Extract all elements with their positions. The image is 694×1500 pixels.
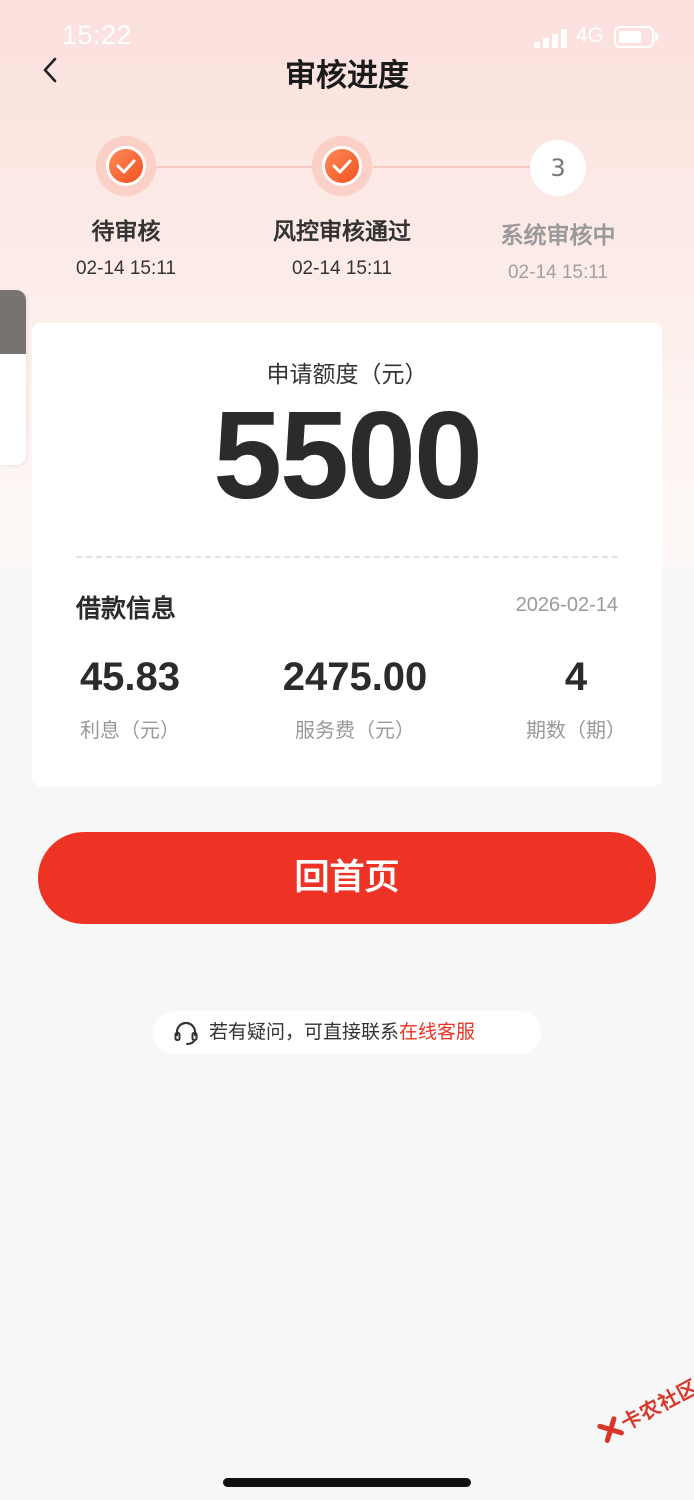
progress-step: 3 系统审核中 02-14 15:11 — [438, 136, 678, 284]
network-type: 4G — [576, 24, 605, 47]
dashed-divider — [76, 556, 618, 558]
side-tab-header — [0, 290, 26, 354]
loan-info-date: 2026-02-14 — [515, 594, 618, 616]
stat-periods: 4 期数（期） — [476, 655, 676, 743]
check-icon — [116, 159, 136, 174]
step-label: 风控审核通过 — [273, 219, 411, 245]
step-pending-indicator: 3 — [530, 140, 586, 196]
stat-value: 4 — [564, 655, 588, 699]
stat-label: 利息（元） — [80, 718, 180, 742]
progress-step: 风控审核通过 02-14 15:11 — [222, 136, 462, 280]
signal-icon — [534, 28, 568, 48]
step-time: 02-14 15:11 — [291, 258, 392, 279]
progress-step: 待审核 02-14 15:11 — [6, 136, 246, 280]
stat-interest: 45.83 利息（元） — [30, 655, 230, 743]
loan-card: 申请额度（元） 5500 借款信息 2026-02-14 45.83 利息（元）… — [32, 323, 662, 786]
battery-cap — [655, 33, 658, 41]
step-done-indicator — [96, 136, 156, 196]
back-button[interactable] — [34, 52, 70, 88]
watermark-text: 卡农社区 — [616, 1374, 694, 1435]
amount-value: 5500 — [213, 387, 483, 525]
loan-info-title: 借款信息 — [76, 594, 177, 623]
stat-label: 服务费（元） — [295, 718, 415, 742]
check-icon — [332, 159, 352, 174]
stat-label: 期数（期） — [526, 718, 626, 742]
home-button[interactable]: 回首页 — [38, 832, 656, 924]
amount-label: 申请额度（元） — [266, 362, 428, 388]
online-service-link[interactable]: 在线客服 — [399, 1021, 475, 1043]
stat-value: 45.83 — [79, 655, 181, 699]
headset-icon — [174, 1021, 198, 1045]
page-title: 审核进度 — [285, 58, 409, 94]
watermark: 卡农社区 — [592, 1371, 694, 1457]
stat-value: 2475.00 — [282, 655, 428, 699]
step-label: 系统审核中 — [500, 223, 616, 249]
step-time: 02-14 15:11 — [507, 262, 608, 283]
battery-icon — [614, 26, 654, 48]
floating-side-tab[interactable] — [0, 290, 26, 465]
step-label: 待审核 — [91, 219, 161, 245]
home-indicator[interactable] — [223, 1478, 471, 1487]
step-number: 3 — [550, 154, 566, 182]
service-text: 若有疑问，可直接联系 — [209, 1021, 400, 1043]
chevron-left-icon — [43, 57, 57, 83]
status-time: 15:22 — [62, 20, 133, 50]
stat-service-fee: 2475.00 服务费（元） — [255, 655, 455, 743]
step-done-indicator — [312, 136, 372, 196]
customer-service-pill: 若有疑问，可直接联系在线客服 — [153, 1011, 541, 1054]
step-time: 02-14 15:11 — [75, 258, 176, 279]
